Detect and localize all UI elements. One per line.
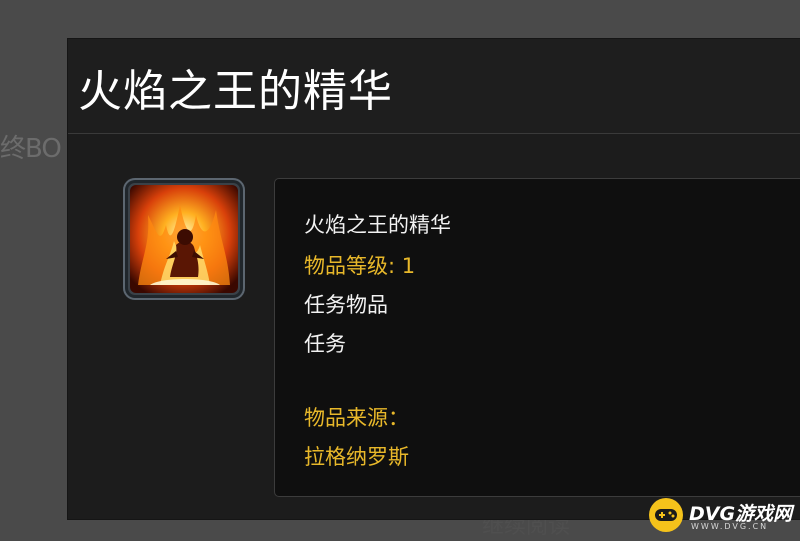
item-source-label: 物品来源：	[304, 406, 409, 430]
watermark-url: WWW.DVG.CN	[691, 522, 769, 531]
watermark: DVG游戏网 WWW.DVG.CN	[649, 492, 799, 536]
fire-lord-essence-icon	[130, 185, 238, 293]
item-name: 火焰之王的精华	[304, 213, 451, 237]
dialog-title: 火焰之王的精华	[78, 66, 393, 117]
item-source[interactable]: 拉格纳罗斯	[304, 441, 409, 471]
dialog-header: 火焰之王的精华	[68, 39, 800, 134]
item-icon-frame[interactable]	[123, 178, 245, 300]
item-type: 任务物品	[304, 293, 388, 317]
item-level: 物品等级: 1	[304, 254, 416, 278]
item-tooltip: 火焰之王的精华 物品等级: 1 任务物品 任务 物品来源： 拉格纳罗斯	[274, 178, 800, 497]
background-partial-text: 终BO	[0, 134, 62, 164]
gamepad-icon	[649, 498, 683, 532]
item-category: 任务	[304, 332, 346, 356]
item-dialog: 火焰之王的精华 火焰之王的精华 物品等级: 1 任务物品 任务 物品来源： 拉格…	[68, 39, 800, 519]
